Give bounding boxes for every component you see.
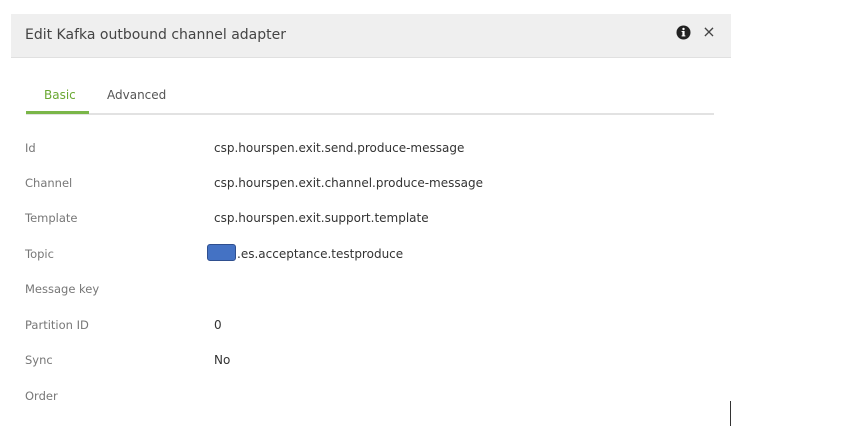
field-label: Order	[25, 389, 58, 403]
field-value: 0	[214, 318, 222, 332]
field-value: No	[214, 353, 231, 367]
field-row-partition-id: Partition ID 0	[11, 318, 711, 338]
field-row-order: Order	[11, 389, 711, 409]
text-cursor	[730, 401, 731, 426]
field-row-sync: Sync No	[11, 353, 711, 373]
field-label: Id	[25, 141, 36, 155]
tab-basic[interactable]: Basic	[44, 88, 76, 102]
field-label: Template	[25, 211, 78, 225]
field-value: .es.acceptance.testproduce	[237, 247, 404, 261]
tab-bar: Basic Advanced	[26, 86, 714, 115]
field-row-message-key: Message key	[11, 282, 711, 302]
field-label: Message key	[25, 282, 100, 296]
active-tab-indicator	[26, 111, 89, 114]
field-label: Channel	[25, 176, 73, 190]
redaction-box	[207, 244, 236, 261]
field-value: csp.hourspen.exit.support.template	[214, 211, 429, 225]
edit-adapter-dialog: Edit Kafka outbound channel adapter × Ba…	[11, 14, 731, 431]
dialog-header: Edit Kafka outbound channel adapter ×	[11, 14, 731, 58]
field-value: csp.hourspen.exit.channel.produce-messag…	[214, 176, 483, 190]
field-value: csp.hourspen.exit.send.produce-message	[214, 141, 465, 155]
close-icon[interactable]: ×	[702, 24, 716, 40]
field-label: Topic	[25, 247, 54, 261]
info-icon[interactable]	[676, 25, 691, 40]
field-row-topic: Topic .es.acceptance.testproduce	[11, 244, 711, 267]
field-label: Sync	[25, 353, 53, 367]
field-row-channel: Channel csp.hourspen.exit.channel.produc…	[11, 176, 711, 196]
tab-advanced[interactable]: Advanced	[107, 88, 166, 102]
field-label: Partition ID	[25, 318, 89, 332]
dialog-title: Edit Kafka outbound channel adapter	[25, 27, 286, 43]
field-row-id: Id csp.hourspen.exit.send.produce-messag…	[11, 141, 711, 161]
field-row-template: Template csp.hourspen.exit.support.templ…	[11, 211, 711, 231]
